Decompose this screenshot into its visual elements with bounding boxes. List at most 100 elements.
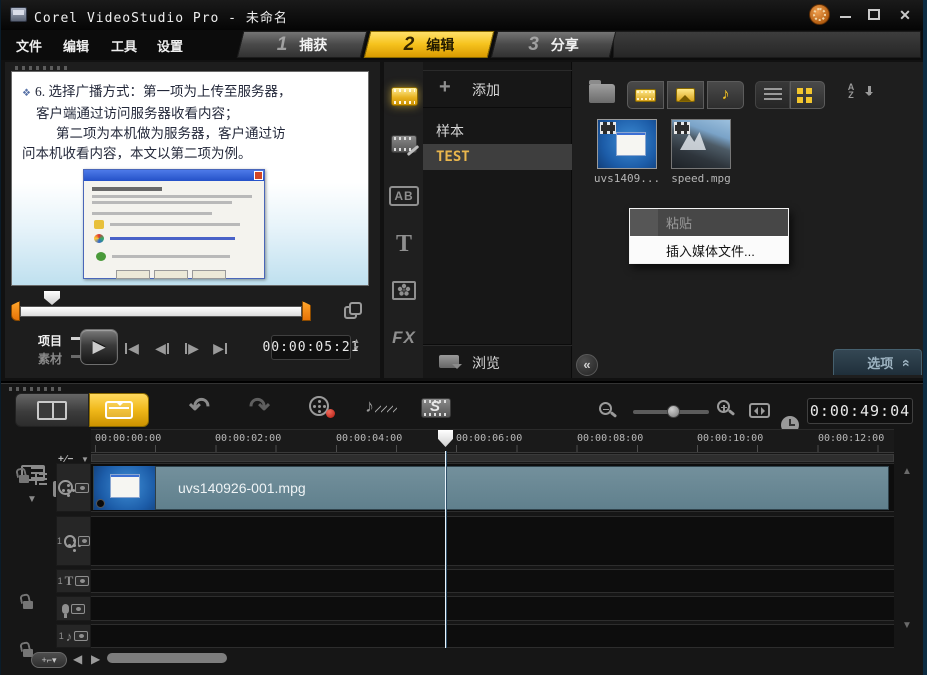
previous-frame-button[interactable]: ◀	[150, 338, 174, 358]
undo-button[interactable]: ↶	[189, 392, 210, 422]
media-item-speed[interactable]	[671, 119, 731, 169]
horizontal-scrollbar[interactable]	[107, 653, 227, 663]
swap-track-button[interactable]: +⌐▾	[31, 652, 67, 668]
timeline-clip[interactable]: uvs140926-001.mpg	[93, 466, 889, 510]
tab-capture[interactable]: 1 捕获	[237, 31, 368, 58]
filter-photo-button[interactable]	[667, 81, 704, 109]
go-to-end-button[interactable]: ▶	[208, 338, 232, 358]
overlay-track-lock[interactable]	[23, 601, 33, 609]
timeline-ruler[interactable]: 00:00:00:00 00:00:02:00 00:00:04:00 00:0…	[91, 429, 894, 453]
clip-name: uvs140926-001.mpg	[178, 480, 306, 496]
menu-file[interactable]: 文件	[16, 36, 42, 55]
video-track-header[interactable]	[56, 463, 91, 512]
options-button[interactable]: 选项 «	[833, 349, 922, 375]
menu-edit[interactable]: 编辑	[63, 36, 89, 55]
panel-drag-handle[interactable]	[15, 66, 67, 70]
add-folder-button[interactable]: + 添加	[423, 70, 572, 108]
note-icon: ♪	[365, 396, 374, 417]
app-icon	[10, 7, 27, 22]
maximize-button[interactable]	[864, 6, 886, 24]
scroll-right-button[interactable]: ▶	[91, 652, 100, 666]
record-dot-icon	[326, 409, 335, 418]
music-track-header[interactable]: 1 ♪	[56, 624, 91, 648]
filter-audio-button[interactable]: ♪	[707, 81, 744, 109]
menu-tools[interactable]: 工具	[111, 36, 137, 55]
trim-start-handle[interactable]	[11, 301, 20, 321]
scrubber-bar[interactable]	[20, 306, 302, 317]
video-track[interactable]: uvs140926-001.mpg	[91, 463, 894, 512]
thumbnail-view-button[interactable]	[790, 81, 825, 109]
track-tools-strip	[91, 454, 894, 462]
placeholder-icon	[94, 220, 104, 229]
storyboard-icon	[37, 401, 67, 420]
panel-drag-handle[interactable]	[9, 387, 61, 391]
nav-transition-button[interactable]: AB	[388, 180, 420, 212]
nav-graphic-button[interactable]	[388, 274, 420, 306]
category-samples[interactable]: 样本	[423, 118, 572, 144]
clip-mode-label[interactable]: 素材	[38, 350, 62, 367]
timecode-spinner[interactable]: ▲ ▼	[353, 339, 360, 352]
scroll-up-button[interactable]: ▲	[902, 466, 912, 477]
options-chevrons-icon: «	[899, 359, 915, 367]
sound-mixer-button[interactable]: ♪	[365, 396, 405, 422]
track-visibility-icon	[75, 576, 89, 586]
close-button[interactable]: ✕	[894, 6, 916, 24]
music-track[interactable]	[91, 624, 894, 648]
video-track-lock[interactable]	[19, 472, 53, 486]
collapse-library-button[interactable]: «	[576, 354, 598, 376]
track-collapse-icon[interactable]: ▼	[27, 494, 37, 505]
enlarge-preview-button[interactable]	[344, 302, 366, 324]
nav-instant-project-button[interactable]	[388, 128, 420, 160]
voice-track-header[interactable]	[56, 596, 91, 621]
timeline-duration-display[interactable]: 0:00:49:04	[807, 398, 913, 424]
play-button[interactable]: ▶	[80, 329, 118, 365]
voice-track[interactable]	[91, 596, 894, 621]
slide-line-3: 第二项为本机做为服务器，客户通过访	[56, 126, 286, 141]
ruler-tick-label: 00:00:10:00	[697, 433, 763, 444]
preview-timecode-value: 00:00:05:21	[262, 340, 359, 355]
open-folder-button[interactable]	[589, 84, 615, 103]
photo-filter-icon	[676, 88, 695, 102]
scroll-down-button[interactable]: ▼	[902, 620, 912, 631]
timeline-playhead-line[interactable]	[445, 451, 447, 648]
preview-timecode[interactable]: 00:00:05:21	[271, 335, 351, 360]
tab-capture-label: 捕获	[299, 35, 327, 55]
redo-button[interactable]: ↷	[249, 392, 270, 422]
nav-filter-button[interactable]: FX	[388, 322, 420, 354]
minimize-button[interactable]	[835, 6, 857, 24]
record-capture-button[interactable]	[309, 396, 343, 422]
title-track-header[interactable]: 1 T	[56, 569, 91, 593]
media-item-uvs140926[interactable]	[597, 119, 657, 169]
fit-project-button[interactable]	[749, 403, 770, 418]
list-view-button[interactable]	[755, 81, 790, 109]
trim-end-handle[interactable]	[302, 301, 311, 321]
go-to-start-button[interactable]: ◀	[120, 338, 144, 358]
zoom-slider-thumb[interactable]	[667, 405, 680, 418]
nav-media-button[interactable]	[388, 80, 420, 112]
timeline-view-button[interactable]	[89, 393, 149, 427]
overlay-track-header[interactable]: 1	[56, 516, 91, 566]
category-test[interactable]: TEST	[423, 144, 572, 170]
auto-music-button[interactable]: S	[421, 396, 461, 422]
zoom-out-button[interactable]	[599, 402, 623, 424]
menu-settings[interactable]: 设置	[157, 36, 183, 55]
project-mode-label[interactable]: 项目	[38, 332, 62, 349]
overlay-track[interactable]	[91, 516, 894, 566]
instant-project-icon	[391, 135, 417, 153]
context-menu-insert-media[interactable]: 插入媒体文件...	[630, 236, 788, 263]
scroll-left-button[interactable]: ◀	[73, 652, 82, 666]
title-track[interactable]	[91, 569, 894, 593]
browse-button[interactable]: 浏览	[423, 344, 572, 378]
filter-video-button[interactable]	[627, 81, 664, 109]
sort-button[interactable]: A Z	[838, 83, 864, 107]
scrubber-playhead[interactable]	[44, 291, 60, 305]
lock-icon	[19, 475, 29, 483]
corel-badge-icon[interactable]	[809, 4, 830, 25]
zoom-in-button[interactable]	[717, 400, 743, 424]
tab-edit[interactable]: 2 编辑	[364, 31, 495, 58]
nav-title-button[interactable]: T	[388, 228, 420, 260]
fwd-icon: ▶	[188, 341, 199, 355]
storyboard-view-button[interactable]	[15, 393, 89, 427]
tab-share[interactable]: 3 分享	[491, 31, 617, 58]
next-frame-button[interactable]: ▶	[180, 338, 204, 358]
